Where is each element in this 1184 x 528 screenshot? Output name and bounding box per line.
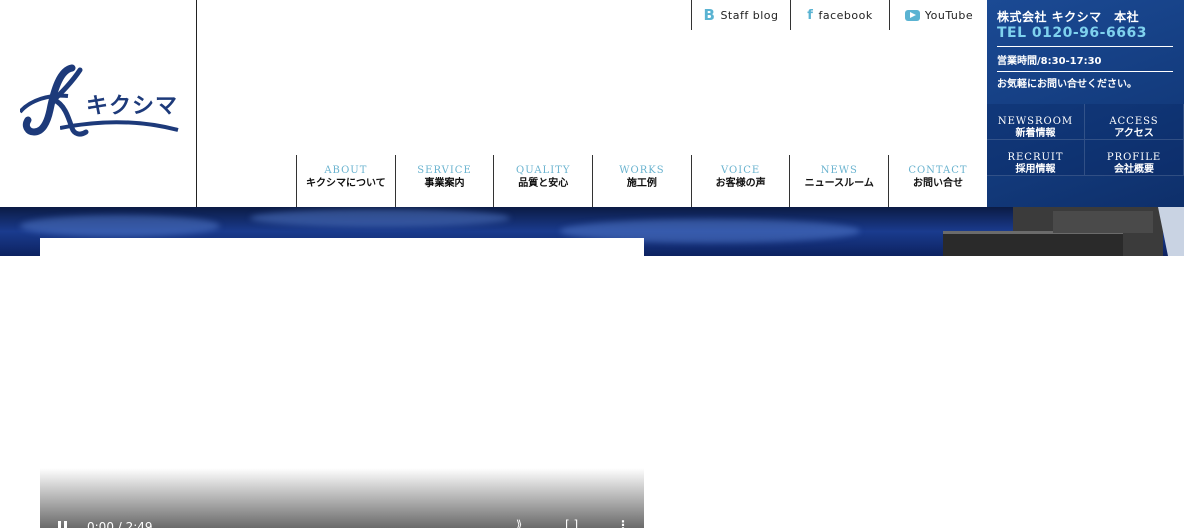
newsroom-en: NEWSROOM	[997, 116, 1074, 127]
nav-about-jp: キクシマについて	[305, 178, 386, 189]
company-name: 株式会社 キクシマ 本社	[997, 10, 1140, 24]
youtube-icon	[904, 9, 920, 21]
cloud	[250, 209, 510, 227]
nav-voice-en: VOICE	[721, 165, 761, 176]
company-info-panel: 株式会社 キクシマ 本社 TEL 0120-96-6663 営業時間/8:30-…	[987, 0, 1184, 207]
phone-number[interactable]: TEL 0120-96-6663	[997, 25, 1147, 41]
nav-about[interactable]: ABOUT キクシマについて	[296, 155, 395, 207]
nav-voice[interactable]: VOICE お客様の声	[690, 155, 790, 207]
video-time: 0:00 / 2:49	[87, 520, 153, 528]
logo-text: キクシマ	[86, 94, 179, 119]
profile-jp: 会社概要	[1114, 164, 1154, 175]
recruit-link[interactable]: RECRUIT 採用情報	[987, 140, 1085, 176]
fullscreen-icon[interactable]: [ ]	[565, 518, 578, 528]
nav-service[interactable]: SERVICE 事業案内	[394, 155, 494, 207]
youtube-label: YouTube	[924, 8, 974, 22]
main-nav: ABOUT キクシマについて SERVICE 事業案内 QUALITY 品質と安…	[296, 155, 987, 207]
top-links: B Staff blog f facebook YouTube	[691, 0, 988, 30]
nav-quality-jp: 品質と安心	[518, 178, 569, 189]
nav-contact[interactable]: CONTACT お問い合せ	[888, 155, 987, 207]
staff-blog-link[interactable]: B Staff blog	[691, 0, 790, 30]
profile-link[interactable]: PROFILE 会社概要	[1085, 140, 1184, 176]
site-header: キクシマ B Staff blog f facebook YouTube ABO…	[0, 0, 1184, 207]
profile-en: PROFILE	[1106, 152, 1162, 163]
access-jp: アクセス	[1114, 128, 1154, 139]
nav-works-en: WORKS	[619, 165, 665, 176]
facebook-label: facebook	[818, 8, 873, 22]
access-en: ACCESS	[1109, 116, 1159, 127]
nav-service-en: SERVICE	[417, 165, 472, 176]
cast-icon[interactable]: ⟫	[516, 518, 522, 528]
video-player[interactable]: 0:00 / 2:49 ⟫ [ ] ⋮	[40, 238, 644, 528]
newsroom-link[interactable]: NEWSROOM 新着情報	[987, 104, 1085, 140]
nav-contact-jp: お問い合せ	[912, 178, 963, 189]
divider	[997, 71, 1173, 72]
access-link[interactable]: ACCESS アクセス	[1085, 104, 1184, 140]
nav-quality-en: QUALITY	[516, 165, 571, 176]
recruit-jp: 採用情報	[1015, 164, 1056, 175]
nav-about-en: ABOUT	[324, 165, 368, 176]
nav-works-jp: 施工例	[626, 178, 657, 189]
cloud	[20, 215, 220, 237]
nav-service-jp: 事業案内	[424, 178, 465, 189]
nav-news[interactable]: NEWS ニュースルーム	[789, 155, 888, 207]
blog-icon: B	[703, 6, 716, 24]
nav-news-en: NEWS	[820, 165, 858, 176]
contact-note: お気軽にお問い合せください。	[997, 79, 1137, 90]
facebook-link[interactable]: f facebook	[790, 0, 889, 30]
divider	[997, 46, 1173, 47]
youtube-link[interactable]: YouTube	[889, 0, 988, 30]
building-image	[943, 207, 1184, 256]
pause-icon[interactable]	[58, 521, 68, 528]
facebook-icon: f	[807, 7, 814, 23]
info-link-grid: NEWSROOM 新着情報 ACCESS アクセス RECRUIT 採用情報 P…	[987, 104, 1184, 176]
nav-works[interactable]: WORKS 施工例	[592, 155, 691, 207]
nav-voice-jp: お客様の声	[715, 178, 766, 189]
newsroom-jp: 新着情報	[1015, 128, 1056, 139]
recruit-en: RECRUIT	[1007, 152, 1064, 163]
staff-blog-label: Staff blog	[720, 8, 779, 22]
business-hours: 営業時間/8:30-17:30	[997, 56, 1102, 67]
nav-quality[interactable]: QUALITY 品質と安心	[493, 155, 592, 207]
more-options-icon[interactable]: ⋮	[617, 518, 629, 528]
logo-link[interactable]: キクシマ	[0, 0, 197, 207]
nav-news-jp: ニュースルーム	[804, 178, 874, 189]
nav-contact-en: CONTACT	[908, 165, 968, 176]
video-controls: 0:00 / 2:49 ⟫ [ ] ⋮	[40, 516, 644, 528]
